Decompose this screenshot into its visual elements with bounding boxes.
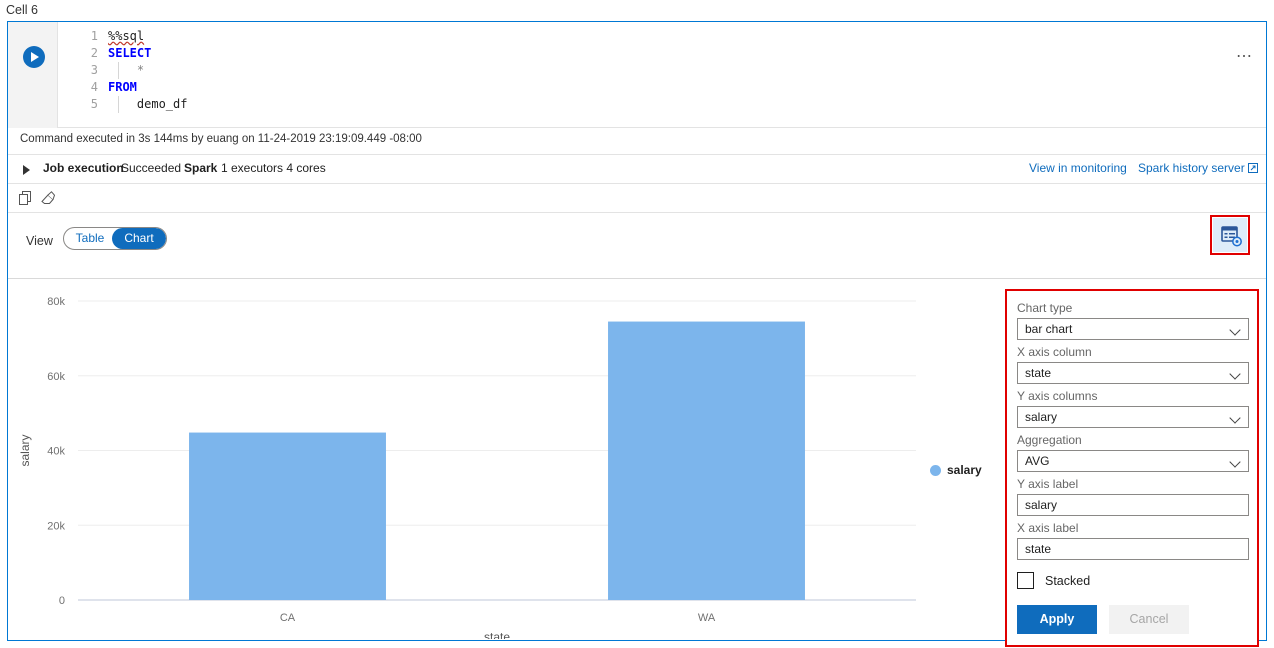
spark-label: Spark bbox=[184, 161, 217, 175]
chart-plot-area: 0 20k 40k 60k 80k CA WA state salary bbox=[8, 279, 1000, 639]
execution-status-text: Command executed in 3s 144ms by euang on… bbox=[20, 133, 422, 145]
y-axis-tick-label: 40k bbox=[47, 446, 65, 458]
cancel-button[interactable]: Cancel bbox=[1109, 605, 1189, 634]
code-line: 5 demo_df bbox=[58, 96, 1158, 113]
y-axis-tick-label: 80k bbox=[47, 296, 65, 308]
output-toolbar bbox=[8, 184, 1266, 213]
chart-type-label: Chart type bbox=[1017, 301, 1247, 315]
chart-settings-button-highlight bbox=[1210, 215, 1250, 255]
caret-right-icon[interactable] bbox=[23, 165, 30, 175]
notebook-cell: 1%%sql2SELECT3 *4FROM5 demo_df ⋯ Command… bbox=[7, 21, 1267, 641]
job-execution-row: Job execution Succeeded Spark 1 executor… bbox=[8, 155, 1266, 184]
stacked-label: Stacked bbox=[1045, 574, 1090, 588]
y-axis-columns-label: Y axis columns bbox=[1017, 389, 1247, 403]
x-axis-tick-label: WA bbox=[698, 612, 716, 624]
line-number: 4 bbox=[58, 79, 108, 96]
job-execution-label: Job execution bbox=[43, 161, 124, 175]
x-axis-column-value: state bbox=[1025, 366, 1051, 380]
tab-table[interactable]: Table bbox=[65, 228, 115, 249]
y-axis-columns-select[interactable]: salary bbox=[1017, 406, 1249, 428]
chart-type-select[interactable]: bar chart bbox=[1017, 318, 1249, 340]
code-token: %%sql bbox=[108, 29, 144, 43]
aggregation-label: Aggregation bbox=[1017, 433, 1247, 447]
code-line: 1%%sql bbox=[58, 28, 1158, 45]
external-link-icon bbox=[1248, 162, 1258, 176]
editor-gutter bbox=[8, 22, 58, 128]
code-line: 2SELECT bbox=[58, 45, 1158, 62]
y-axis-tick-label: 20k bbox=[47, 520, 65, 532]
view-in-monitoring-link[interactable]: View in monitoring bbox=[1029, 161, 1127, 175]
code-line: 4FROM bbox=[58, 79, 1158, 96]
execution-status-bar: Command executed in 3s 144ms by euang on… bbox=[8, 128, 1266, 155]
code-token: FROM bbox=[108, 80, 137, 94]
spark-history-server-label: Spark history server bbox=[1138, 161, 1245, 175]
indent-guide bbox=[118, 62, 119, 79]
code-line: 3 * bbox=[58, 62, 1158, 79]
legend-color-swatch bbox=[930, 465, 941, 476]
chart-settings-icon bbox=[1213, 218, 1247, 252]
code-token: demo_df bbox=[108, 97, 187, 111]
aggregation-select[interactable]: AVG bbox=[1017, 450, 1249, 472]
ellipsis-icon[interactable]: ⋯ bbox=[1236, 52, 1254, 62]
y-axis-title: salary bbox=[18, 434, 32, 466]
chart-settings-panel: Chart type bar chart X axis column state… bbox=[1005, 289, 1259, 647]
line-number: 3 bbox=[58, 62, 108, 79]
chevron-down-icon bbox=[1231, 370, 1240, 379]
code-token: SELECT bbox=[108, 46, 151, 60]
chevron-down-icon bbox=[1231, 458, 1240, 467]
chevron-down-icon bbox=[1231, 414, 1240, 423]
copy-icon[interactable] bbox=[18, 190, 33, 211]
y-axis-columns-value: salary bbox=[1025, 410, 1057, 424]
chart-legend[interactable]: salary bbox=[930, 463, 982, 477]
bar[interactable] bbox=[189, 433, 386, 600]
indent-guide bbox=[118, 96, 119, 113]
x-axis-column-label: X axis column bbox=[1017, 345, 1247, 359]
eraser-icon[interactable] bbox=[40, 190, 56, 211]
x-axis-column-select[interactable]: state bbox=[1017, 362, 1249, 384]
line-number: 2 bbox=[58, 45, 108, 62]
x-axis-tick-label: CA bbox=[280, 612, 296, 624]
legend-label: salary bbox=[947, 463, 982, 477]
job-execution-status: Succeeded bbox=[121, 161, 181, 175]
run-cell-button[interactable] bbox=[23, 46, 45, 68]
chart-settings-button[interactable] bbox=[1213, 218, 1247, 252]
spark-history-server-link[interactable]: Spark history server bbox=[1138, 161, 1258, 176]
settings-button-row: Apply Cancel bbox=[1017, 605, 1247, 634]
x-axis-title: state bbox=[484, 630, 510, 639]
apply-button[interactable]: Apply bbox=[1017, 605, 1097, 634]
y-axis-label-label: Y axis label bbox=[1017, 477, 1247, 491]
view-label: View bbox=[26, 234, 53, 248]
bar[interactable] bbox=[608, 322, 805, 600]
y-axis-label-input[interactable]: salary bbox=[1017, 494, 1249, 516]
line-number: 5 bbox=[58, 96, 108, 113]
code-editor[interactable]: 1%%sql2SELECT3 *4FROM5 demo_df ⋯ bbox=[8, 22, 1266, 128]
cell-title: Cell 6 bbox=[6, 1, 38, 19]
x-axis-label-input[interactable]: state bbox=[1017, 538, 1249, 560]
bar-chart-svg: 0 20k 40k 60k 80k CA WA state salary bbox=[8, 279, 1000, 639]
line-number: 1 bbox=[58, 28, 108, 45]
view-toggle-group[interactable]: Table Chart bbox=[63, 227, 167, 250]
stacked-checkbox-row[interactable]: Stacked bbox=[1017, 572, 1247, 589]
view-toggle-row: View Table Chart bbox=[8, 213, 1266, 279]
code-token: * bbox=[108, 63, 144, 77]
x-axis-label-label: X axis label bbox=[1017, 521, 1247, 535]
tab-chart[interactable]: Chart bbox=[112, 228, 166, 249]
chevron-down-icon bbox=[1231, 326, 1240, 335]
chart-type-value: bar chart bbox=[1025, 322, 1072, 336]
stacked-checkbox[interactable] bbox=[1017, 572, 1034, 589]
y-axis-tick-label: 0 bbox=[59, 595, 65, 607]
aggregation-value: AVG bbox=[1025, 454, 1049, 468]
y-axis-tick-label: 60k bbox=[47, 371, 65, 383]
code-content[interactable]: 1%%sql2SELECT3 *4FROM5 demo_df bbox=[58, 28, 1158, 113]
spark-resources: 1 executors 4 cores bbox=[221, 161, 326, 175]
